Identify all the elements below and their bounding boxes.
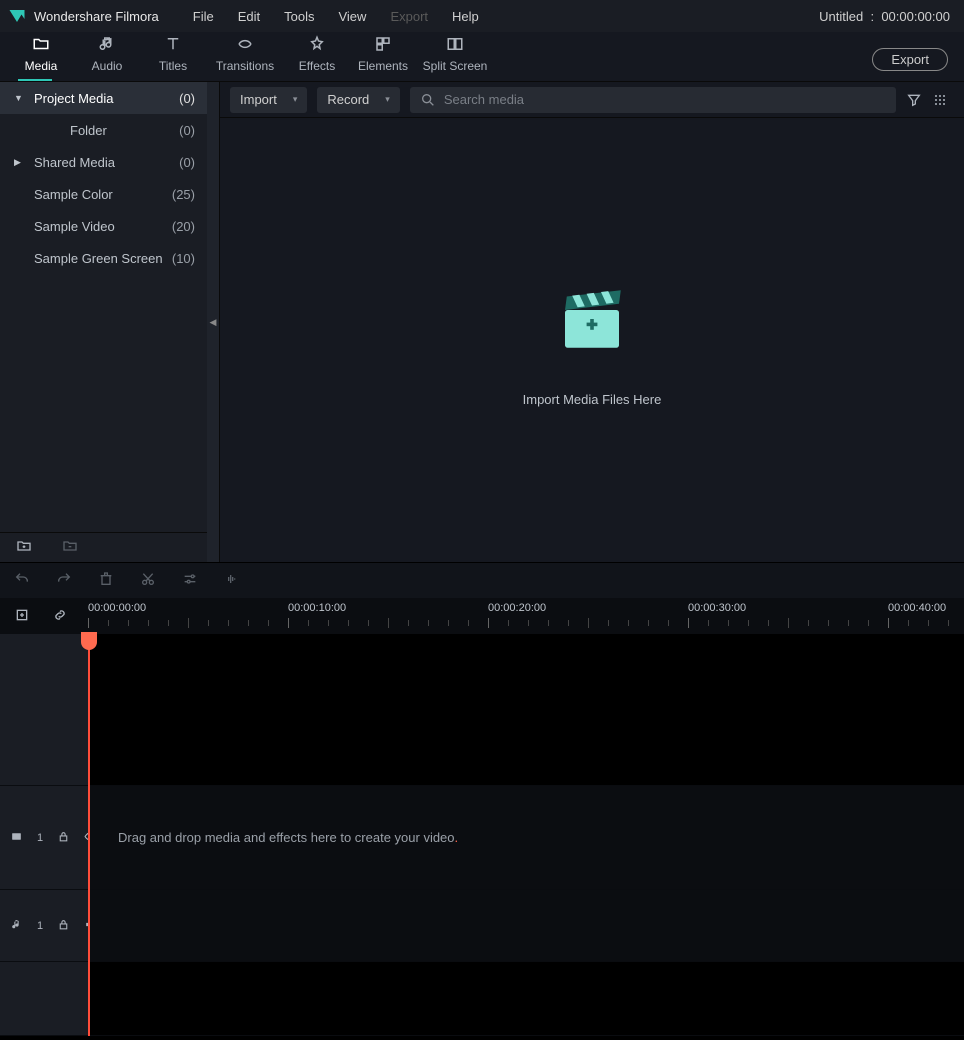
media-panel: Import ▾ Record ▾ Import Media Fil (219, 82, 964, 562)
sidebar-list: ▼Project Media(0)▼Folder(0)▶Shared Media… (0, 82, 207, 532)
filter-icon[interactable] (906, 92, 922, 108)
sidebar-item-shared-media[interactable]: ▶Shared Media(0) (0, 146, 207, 178)
tab-effects[interactable]: Effects (284, 32, 350, 81)
import-dropdown[interactable]: Import ▾ (230, 87, 307, 113)
sidebar-item-sample-green-screen[interactable]: ▼Sample Green Screen(10) (0, 242, 207, 274)
effects-icon (308, 35, 326, 56)
add-marker-icon[interactable] (14, 607, 30, 626)
menu-file[interactable]: File (183, 5, 224, 28)
transitions-icon (236, 35, 254, 56)
menu-view[interactable]: View (328, 5, 376, 28)
tab-elements[interactable]: Elements (350, 32, 416, 81)
track-spacer-bottom (0, 962, 964, 1036)
chevron-down-icon: ▾ (385, 94, 390, 105)
tree-arrow-icon: ▼ (14, 93, 24, 103)
elements-icon (374, 35, 392, 56)
app-title: Wondershare Filmora (34, 9, 159, 24)
search-input[interactable] (444, 92, 886, 107)
ruler-tick: 00:00:30:00 (688, 602, 746, 614)
tab-media[interactable]: Media (8, 32, 74, 81)
ruler-tick: 00:00:00:00 (88, 602, 146, 614)
delete-icon[interactable] (98, 571, 114, 590)
timeline-ruler-row: 00:00:00:00 00:00:10:00 00:00:20:00 00:00:3… (0, 598, 964, 634)
titles-icon (164, 35, 182, 56)
lock-icon[interactable] (57, 830, 70, 846)
doc-name: Untitled (819, 9, 863, 24)
video-track[interactable]: 1 Drag and drop media and effects here t… (0, 786, 964, 890)
media-drop-text: Import Media Files Here (523, 392, 662, 407)
record-dropdown[interactable]: Record ▾ (317, 87, 399, 113)
timeline-area: 00:00:00:00 00:00:10:00 00:00:20:00 00:00:3… (0, 562, 964, 1036)
document-status: Untitled : 00:00:00:00 (819, 9, 956, 24)
delete-folder-icon[interactable] (62, 538, 78, 557)
sidebar-bottom-tools (0, 532, 207, 562)
media-icon (32, 35, 50, 56)
ruler-tick: 00:00:40:00 (888, 602, 946, 614)
track-area: 1 Drag and drop media and effects here t… (0, 634, 964, 1036)
app-logo-icon (8, 7, 26, 25)
chevron-left-icon: ◀ (210, 317, 217, 328)
video-track-icon (10, 830, 23, 846)
export-button[interactable]: Export (872, 48, 948, 71)
sidebar: ▼Project Media(0)▼Folder(0)▶Shared Media… (0, 82, 207, 562)
track-drop-hint: Drag and drop media and effects here to … (118, 830, 458, 845)
undo-icon[interactable] (14, 571, 30, 590)
sidebar-item-sample-color[interactable]: ▼Sample Color(25) (0, 178, 207, 210)
chevron-down-icon: ▾ (293, 94, 298, 105)
media-toolbar: Import ▾ Record ▾ (220, 82, 964, 118)
doc-time: 00:00:00:00 (881, 9, 950, 24)
tool-tabs: MediaAudioTitlesTransitionsEffectsElemen… (0, 32, 964, 82)
media-drop-zone[interactable]: Import Media Files Here (220, 118, 964, 562)
adjust-icon[interactable] (182, 571, 198, 590)
tab-titles[interactable]: Titles (140, 32, 206, 81)
timeline-ruler[interactable]: 00:00:00:00 00:00:10:00 00:00:20:00 00:00:3… (88, 598, 964, 634)
menu-help[interactable]: Help (442, 5, 489, 28)
audio-track[interactable]: 1 (0, 890, 964, 962)
menu-tools[interactable]: Tools (274, 5, 324, 28)
sidebar-item-sample-video[interactable]: ▼Sample Video(20) (0, 210, 207, 242)
audio-track-body[interactable] (88, 890, 964, 961)
timeline-edit-tools (0, 562, 964, 598)
lock-icon[interactable] (57, 918, 70, 934)
ruler-tick: 00:00:10:00 (288, 602, 346, 614)
tab-transitions[interactable]: Transitions (206, 32, 284, 81)
tab-split-screen[interactable]: Split Screen (416, 32, 494, 81)
grid-view-icon[interactable] (932, 92, 948, 108)
menu-bar: Wondershare Filmora FileEditToolsViewExp… (0, 0, 964, 32)
ruler-tick: 00:00:20:00 (488, 602, 546, 614)
ruler-left-tools (0, 607, 88, 626)
menu-export: Export (380, 5, 438, 28)
menu-edit[interactable]: Edit (228, 5, 270, 28)
track-spacer-top (0, 634, 964, 786)
search-media-box[interactable] (410, 87, 896, 113)
audio-icon (98, 35, 116, 56)
clapperboard-icon (547, 274, 637, 364)
sidebar-collapse-handle[interactable]: ◀ (207, 82, 219, 562)
sidebar-item-folder[interactable]: ▼Folder(0) (0, 114, 207, 146)
video-track-head: 1 (0, 786, 88, 889)
playhead-knob[interactable] (81, 632, 97, 650)
tab-audio[interactable]: Audio (74, 32, 140, 81)
playhead[interactable] (88, 634, 90, 1036)
menu-items: FileEditToolsViewExportHelp (183, 5, 489, 28)
tree-arrow-icon: ▶ (14, 157, 24, 168)
audio-track-icon (10, 918, 23, 934)
split-screen-icon (446, 35, 464, 56)
audio-wave-icon[interactable] (224, 571, 240, 590)
redo-icon[interactable] (56, 571, 72, 590)
new-folder-icon[interactable] (16, 538, 32, 557)
link-icon[interactable] (52, 607, 68, 626)
video-track-body[interactable]: Drag and drop media and effects here to … (88, 786, 964, 889)
sidebar-item-project-media[interactable]: ▼Project Media(0) (0, 82, 207, 114)
audio-track-head: 1 (0, 890, 88, 961)
cut-icon[interactable] (140, 571, 156, 590)
search-icon (420, 92, 436, 108)
main-area: ▼Project Media(0)▼Folder(0)▶Shared Media… (0, 82, 964, 562)
